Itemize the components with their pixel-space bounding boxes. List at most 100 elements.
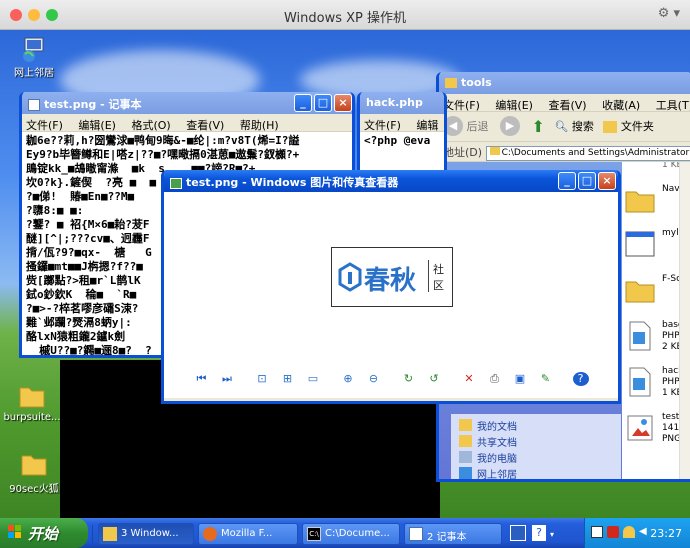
- explorer-titlebar[interactable]: tools: [439, 72, 690, 94]
- best-fit-icon[interactable]: ⊡: [254, 372, 270, 386]
- menu-help[interactable]: 帮助(H): [240, 119, 279, 131]
- menu-file[interactable]: 文件(F): [26, 119, 63, 131]
- system-tray: ◀ 23:27: [584, 518, 690, 548]
- notepad-test-title: test.png - 记事本: [44, 98, 142, 111]
- file-item[interactable]: base PHP 2 KB: [622, 316, 682, 362]
- up-folder-icon[interactable]: ⬆: [532, 117, 545, 136]
- delete-icon[interactable]: ✕: [461, 372, 477, 386]
- menu-format[interactable]: 格式(O): [131, 119, 170, 131]
- viewer-canvas: 春秋 社 区 ⏮ ⏭ ⊡ ⊞ ▭ ⊕ ⊖ ↻ ↺ ✕ ⎙ ▣ ✎ ?: [164, 192, 618, 398]
- settings-gear-icon[interactable]: ⚙ ▾: [658, 6, 680, 21]
- png-file-icon: [627, 415, 653, 441]
- maximize-button[interactable]: □: [578, 172, 596, 190]
- file-item[interactable]: hack PHP 1 KB: [622, 362, 682, 408]
- menu-favorites[interactable]: 收藏(A): [602, 99, 640, 111]
- close-button[interactable]: ×: [598, 172, 616, 190]
- file-item[interactable]: F-Sc: [622, 270, 682, 316]
- forward-arrow-icon: ▶: [500, 116, 520, 136]
- menu-view[interactable]: 查看(V): [186, 119, 224, 131]
- folders-button[interactable]: 文件夹: [603, 118, 654, 134]
- computer-icon: [459, 451, 472, 463]
- logo-side-text-1: 社: [433, 263, 444, 276]
- menu-file[interactable]: 文件(F): [364, 119, 401, 131]
- taskbar-item-console[interactable]: C:\ C:\Docume...: [302, 523, 400, 545]
- help-tray-icon[interactable]: ?: [532, 525, 546, 541]
- menu-edit[interactable]: 编辑(E): [495, 99, 533, 111]
- taskbar-item-notepad-group[interactable]: 2 记事本: [404, 523, 502, 545]
- address-input[interactable]: C:\Documents and Settings\Administrator: [485, 145, 690, 161]
- minimize-button[interactable]: _: [294, 94, 312, 112]
- next-image-icon[interactable]: ⏭: [219, 372, 235, 386]
- previous-image-icon[interactable]: ⏮: [194, 372, 210, 386]
- folders-icon: [603, 121, 618, 133]
- start-button[interactable]: 开始: [0, 518, 88, 548]
- rotate-counterclockwise-icon[interactable]: ↺: [426, 372, 442, 386]
- zoom-out-icon[interactable]: ⊖: [366, 372, 382, 386]
- notepad-test-menubar: 文件(F) 编辑(E) 格式(O) 查看(V) 帮助(H): [22, 114, 352, 132]
- side-link-shared-documents[interactable]: 共享文档: [457, 434, 615, 450]
- search-button[interactable]: 🔍︎ 搜索: [554, 118, 593, 134]
- volume-icon[interactable]: ◀: [639, 526, 651, 538]
- side-link-my-computer[interactable]: 我的电脑: [457, 450, 615, 466]
- edit-image-icon[interactable]: ✎: [538, 372, 554, 386]
- language-bar-icon[interactable]: [510, 525, 526, 541]
- search-icon: 🔍︎: [554, 120, 569, 133]
- menu-view[interactable]: 查看(V): [548, 99, 586, 111]
- chunqiu-logo-icon: [338, 262, 362, 292]
- expand-tray-icon[interactable]: ▾: [550, 530, 554, 539]
- notepad-hack-title: hack.php: [366, 96, 423, 109]
- network-icon: [459, 467, 472, 479]
- menu-edit[interactable]: 编辑(E): [78, 119, 116, 131]
- explorer-title: tools: [461, 76, 492, 89]
- burpsuite-desktop-icon[interactable]: burpsuite...: [0, 382, 64, 423]
- menu-edit[interactable]: 编辑: [416, 119, 438, 131]
- folder-icon: [625, 191, 655, 213]
- folder-icon: [21, 455, 47, 476]
- desktop-icon-label: 90sec火狐: [9, 484, 59, 495]
- address-label: 地址(D): [443, 146, 483, 159]
- print-icon[interactable]: ⎙: [487, 372, 503, 386]
- viewer-toolbar: ⏮ ⏭ ⊡ ⊞ ▭ ⊕ ⊖ ↻ ↺ ✕ ⎙ ▣ ✎ ?: [164, 372, 618, 386]
- notepad-hack-titlebar[interactable]: hack.php: [360, 92, 444, 114]
- viewer-titlebar[interactable]: test.png - Windows 图片和传真查看器 _ □ ×: [164, 170, 618, 192]
- file-item[interactable]: Navi: [622, 180, 682, 226]
- back-button[interactable]: ◀ 后退: [443, 116, 489, 136]
- slideshow-icon[interactable]: ▭: [305, 372, 321, 386]
- maximize-button[interactable]: □: [314, 94, 332, 112]
- taskbar-item-explorer-group[interactable]: 3 Window...: [98, 523, 194, 545]
- firefox-90sec-desktop-icon[interactable]: 90sec火狐: [2, 450, 66, 495]
- explorer-toolbar: ◀ 后退 ▶ ⬆ 🔍︎ 搜索 文件夹: [439, 112, 690, 142]
- folder-icon: [625, 281, 655, 303]
- menu-file[interactable]: 文件(F): [443, 99, 480, 111]
- folder-icon: [103, 527, 117, 541]
- help-icon[interactable]: ?: [572, 372, 589, 386]
- window-app-icon: [625, 231, 655, 257]
- tray-antivirus-icon[interactable]: [607, 526, 619, 538]
- side-link-my-documents[interactable]: 我的文档: [457, 418, 615, 434]
- host-title: Windows XP 操作机: [283, 11, 407, 26]
- logo-divider: [428, 260, 429, 292]
- notepad-test-titlebar[interactable]: test.png - 记事本 _ □ ×: [22, 92, 352, 114]
- save-icon[interactable]: ▣: [512, 372, 528, 386]
- rotate-clockwise-icon[interactable]: ↻: [401, 372, 417, 386]
- file-item[interactable]: test 141 x PNG: [622, 408, 682, 454]
- logo-side-text-2: 区: [433, 279, 444, 292]
- network-places-desktop-icon[interactable]: 网上邻居: [2, 34, 66, 79]
- zoom-in-icon[interactable]: ⊕: [340, 372, 356, 386]
- actual-size-icon[interactable]: ⊞: [280, 372, 296, 386]
- file-item[interactable]: mylc: [622, 224, 682, 270]
- minimize-button[interactable]: _: [558, 172, 576, 190]
- firefox-icon: [203, 527, 217, 541]
- folder-icon: [19, 387, 45, 408]
- security-shield-icon[interactable]: [623, 526, 635, 538]
- windows-logo-icon: [8, 525, 22, 539]
- menu-tools[interactable]: 工具(T): [656, 99, 690, 111]
- forward-button[interactable]: ▶: [500, 116, 520, 136]
- tray-app-icon[interactable]: [591, 526, 603, 538]
- taskbar-item-firefox[interactable]: Mozilla F...: [198, 523, 298, 545]
- address-bar: 地址(D) C:\Documents and Settings\Administ…: [439, 142, 690, 162]
- vertical-scrollbar[interactable]: [679, 162, 690, 479]
- side-link-network-places[interactable]: 网上邻居: [457, 466, 615, 479]
- taskbar: 开始 3 Window... Mozilla F... C:\ C:\Docum…: [0, 518, 690, 548]
- close-button[interactable]: ×: [334, 94, 352, 112]
